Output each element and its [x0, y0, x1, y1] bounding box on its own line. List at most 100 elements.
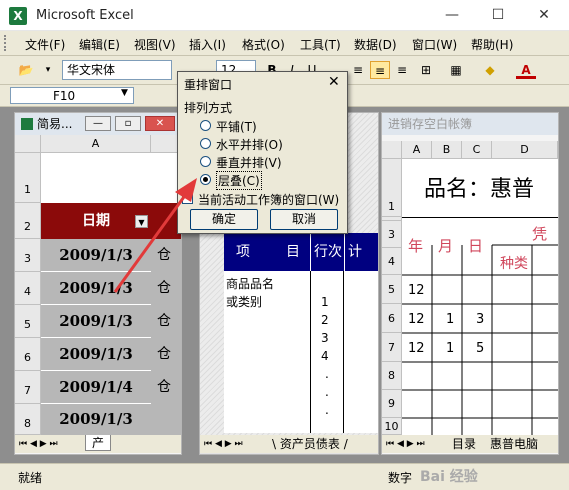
- cancel-button[interactable]: 取消: [270, 209, 338, 230]
- font-name-value: 华文宋体: [67, 63, 116, 77]
- restore-icon[interactable]: ▫: [115, 116, 141, 131]
- header-xiang: 项: [236, 244, 250, 260]
- row-header[interactable]: 5: [382, 275, 402, 304]
- hangci-column: 1 2 3 4 . . .: [310, 271, 344, 433]
- date-cell[interactable]: 2009/1/3: [41, 305, 151, 338]
- middle-sheet-tabs: ⏮ ◀ ▶ ⏭ \ 资产员债表 /: [200, 435, 378, 453]
- row-header-6[interactable]: 6: [15, 338, 41, 371]
- radio-cascade[interactable]: 层叠(C): [200, 171, 320, 190]
- middle-grid[interactable]: 项 目 行次 计 商品品名 或类别 1 2 3 4 . . .: [224, 233, 378, 433]
- radio-vertical-icon[interactable]: [200, 156, 211, 167]
- col-b-text: 仓: [157, 313, 171, 329]
- left-sheet-tabs: ⏮ ◀ ▶ ⏭ 产: [15, 435, 181, 453]
- align-center-icon[interactable]: ≡: [370, 61, 390, 79]
- menu-view[interactable]: 视图(V): [134, 36, 176, 53]
- row-num: 1: [321, 295, 329, 309]
- fill-color-icon[interactable]: ◆: [480, 61, 500, 79]
- minimize-icon[interactable]: —: [85, 116, 111, 131]
- radio-horizontal-label: 水平并排(O): [216, 138, 283, 152]
- workbook-window-right[interactable]: 进销存空白帐簿 A B C D 1 3 4 5 6 7 8 9 10 品名：惠普…: [381, 112, 559, 455]
- menu-insert[interactable]: 插入(I): [189, 36, 226, 53]
- radio-horizontal-icon[interactable]: [200, 138, 211, 149]
- close-button[interactable]: ✕: [521, 0, 567, 31]
- row-num: .: [325, 385, 329, 399]
- dialog-close-icon[interactable]: ✕: [328, 74, 340, 90]
- col-header[interactable]: B: [432, 141, 462, 159]
- col-header[interactable]: A: [402, 141, 432, 159]
- radio-tile[interactable]: 平铺(T): [200, 117, 320, 134]
- status-numlock: 数字: [388, 471, 413, 485]
- select-all-corner[interactable]: [15, 135, 41, 153]
- sheet-nav-arrows-icon[interactable]: ⏮ ◀ ▶ ⏭: [204, 435, 243, 453]
- left-window-title: 简易...: [37, 117, 73, 131]
- right-window-titlebar[interactable]: 进销存空白帐簿: [382, 113, 558, 135]
- row-header[interactable]: 6: [382, 304, 402, 333]
- minimize-button[interactable]: —: [429, 0, 475, 31]
- row-header[interactable]: 8: [382, 362, 402, 390]
- menu-file[interactable]: 文件(F): [25, 36, 65, 53]
- col-header-a[interactable]: A: [41, 135, 151, 153]
- right-grid[interactable]: A B C D 1 3 4 5 6 7 8 9 10 品名：惠普 年 月 日 凭…: [382, 141, 558, 435]
- product-title[interactable]: 品名：惠普: [424, 171, 534, 203]
- name-box[interactable]: F10 ▼: [10, 87, 134, 104]
- font-name-combo[interactable]: 华文宋体: [62, 60, 172, 80]
- radio-cascade-label: 层叠(C): [216, 171, 262, 190]
- sheet-tab-balance-label: 资产员债表: [279, 437, 340, 451]
- menu-format[interactable]: 格式(O): [242, 36, 285, 53]
- row-header[interactable]: 10: [382, 418, 402, 435]
- row-header-2[interactable]: 2: [15, 203, 41, 239]
- dialog-title: 重排窗口: [184, 78, 233, 92]
- active-workbook-checkbox[interactable]: 当前活动工作簿的窗口(W): [182, 190, 347, 207]
- row-num: .: [325, 403, 329, 417]
- date-cell[interactable]: 2009/1/3: [41, 404, 151, 435]
- radio-vertical-label: 垂直并排(V): [216, 156, 282, 170]
- row-header[interactable]: 4: [382, 248, 402, 275]
- row-header-3[interactable]: 3: [15, 239, 41, 272]
- radio-horizontal[interactable]: 水平并排(O): [200, 135, 320, 152]
- toolbar-dropdown-icon[interactable]: ▾: [38, 61, 58, 79]
- menu-window[interactable]: 窗口(W): [412, 36, 457, 53]
- date-cell[interactable]: 2009/1/3: [41, 338, 151, 371]
- chevron-down-icon[interactable]: ▼: [121, 88, 128, 98]
- sheet-tab-hp[interactable]: 惠普电脑: [490, 435, 538, 453]
- row-header[interactable]: 3: [382, 221, 402, 248]
- col-header[interactable]: D: [492, 141, 558, 159]
- font-color-button[interactable]: A: [516, 61, 536, 79]
- row-num: 3: [321, 331, 329, 345]
- align-left-icon[interactable]: ≡: [348, 61, 368, 79]
- row-num: 4: [321, 349, 329, 363]
- sheet-tab-balance[interactable]: \ 资产员债表 /: [272, 435, 348, 453]
- row-header[interactable]: 1: [382, 159, 402, 217]
- menu-data[interactable]: 数据(D): [354, 36, 397, 53]
- sheet-tab-active[interactable]: 产: [85, 435, 112, 451]
- maximize-button[interactable]: ☐: [475, 0, 521, 31]
- align-right-icon[interactable]: ≡: [392, 61, 412, 79]
- row-header[interactable]: 7: [382, 333, 402, 362]
- row-header-4[interactable]: 4: [15, 272, 41, 305]
- row-header-1[interactable]: 1: [15, 153, 41, 203]
- sheet-tab-index[interactable]: 目录: [452, 435, 476, 453]
- middle-table-header: 项 目 行次 计: [224, 233, 378, 271]
- left-window-titlebar[interactable]: 简易... — ▫ ✕: [15, 113, 181, 135]
- merge-center-icon[interactable]: ⊞: [416, 61, 436, 79]
- menu-grip: [4, 35, 7, 51]
- col-header[interactable]: C: [462, 141, 492, 159]
- close-icon[interactable]: ✕: [145, 116, 175, 131]
- row-header-5[interactable]: 5: [15, 305, 41, 338]
- row-header[interactable]: 9: [382, 390, 402, 418]
- radio-vertical[interactable]: 垂直并排(V): [200, 153, 320, 170]
- open-folder-icon[interactable]: 📂: [16, 61, 36, 79]
- radio-tile-icon[interactable]: [200, 120, 211, 131]
- cell-product-name[interactable]: 商品品名: [226, 275, 274, 292]
- row-header-7[interactable]: 7: [15, 371, 41, 404]
- sheet-nav-arrows-icon[interactable]: ⏮ ◀ ▶ ⏭: [19, 435, 58, 453]
- menu-edit[interactable]: 编辑(E): [79, 36, 120, 53]
- sheet-nav-arrows-icon[interactable]: ⏮ ◀ ▶ ⏭: [386, 435, 425, 453]
- date-cell[interactable]: 2009/1/4: [41, 371, 151, 404]
- borders-icon[interactable]: ▦: [446, 61, 466, 79]
- menu-tools[interactable]: 工具(T): [300, 36, 341, 53]
- select-all-corner[interactable]: [382, 141, 402, 159]
- menu-help[interactable]: 帮助(H): [471, 36, 513, 53]
- row-header-8[interactable]: 8: [15, 404, 41, 435]
- cell-category[interactable]: 或类别: [226, 293, 262, 310]
